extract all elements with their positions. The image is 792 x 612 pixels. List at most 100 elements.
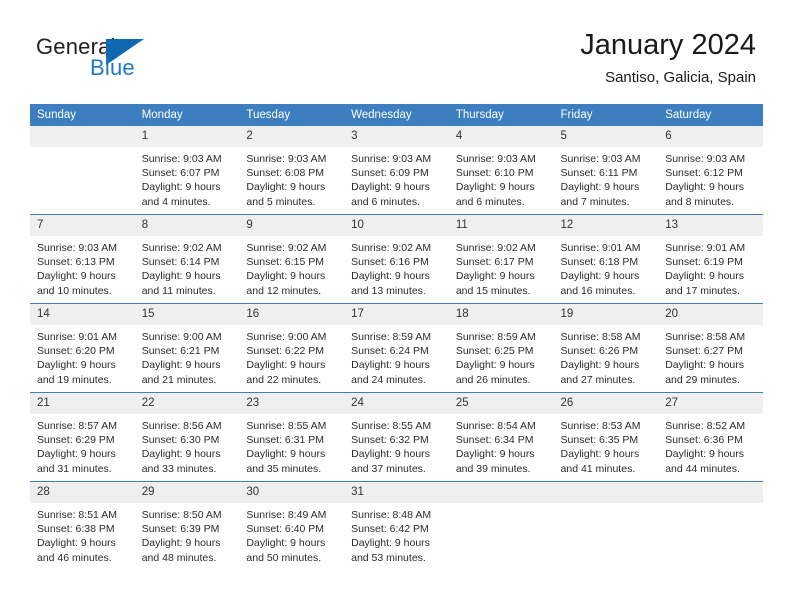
daylight-duration-line1: Daylight: 9 hours bbox=[141, 359, 221, 372]
sunset-time: Sunset: 6:26 PM bbox=[560, 345, 639, 358]
day-sun-info: Sunrise: 9:03 AM Sunset: 6:10 PM Daylight:… bbox=[449, 147, 554, 209]
calendar-day-cell[interactable]: 10 Sunrise: 9:02 AM Sunset: 6:16 PM Dayligh… bbox=[344, 214, 449, 304]
day-number: 16 bbox=[239, 304, 345, 325]
calendar-day-cell[interactable]: 15 Sunrise: 9:00 AM Sunset: 6:21 PM Dayligh… bbox=[134, 303, 240, 393]
calendar-day-cell[interactable]: 12 Sunrise: 9:01 AM Sunset: 6:18 PM Dayligh… bbox=[553, 214, 659, 304]
calendar-day-cell[interactable]: 11 Sunrise: 9:02 AM Sunset: 6:17 PM Dayligh… bbox=[448, 214, 554, 304]
sunrise-time: Sunrise: 8:59 AM bbox=[351, 331, 432, 343]
daylight-duration-line1: Daylight: 9 hours bbox=[141, 270, 221, 283]
sunset-time: Sunset: 6:07 PM bbox=[141, 167, 220, 180]
daylight-duration-line1: Daylight: 9 hours bbox=[351, 537, 430, 550]
sunrise-time: Sunrise: 8:59 AM bbox=[455, 331, 536, 343]
day-sun-info: Sunrise: 8:53 AM Sunset: 6:35 PM Daylight:… bbox=[554, 414, 659, 476]
daylight-duration-line1: Daylight: 9 hours bbox=[37, 537, 116, 550]
calendar-day-cell[interactable]: 2 Sunrise: 9:03 AM Sunset: 6:08 PM Daylight… bbox=[239, 126, 345, 215]
sunrise-time: Sunrise: 8:58 AM bbox=[560, 331, 641, 343]
calendar-day-cell-empty bbox=[553, 481, 659, 570]
day-number: 20 bbox=[658, 304, 763, 325]
calendar-day-cell[interactable]: 27 Sunrise: 8:52 AM Sunset: 6:36 PM Dayligh… bbox=[658, 392, 763, 482]
calendar-day-cell[interactable]: 30 Sunrise: 8:49 AM Sunset: 6:40 PM Dayligh… bbox=[239, 481, 345, 570]
daylight-duration-line2: and 12 minutes. bbox=[246, 284, 322, 297]
calendar-day-cell[interactable]: 24 Sunrise: 8:55 AM Sunset: 6:32 PM Dayligh… bbox=[344, 392, 449, 482]
calendar-day-cell[interactable]: 6 Sunrise: 9:03 AM Sunset: 6:12 PM Daylight… bbox=[658, 126, 763, 215]
sunset-time: Sunset: 6:10 PM bbox=[455, 167, 534, 180]
day-number bbox=[658, 482, 763, 503]
weekday-header-thursday: Thursday bbox=[448, 104, 554, 126]
calendar-day-cell[interactable]: 29 Sunrise: 8:50 AM Sunset: 6:39 PM Dayligh… bbox=[134, 481, 240, 570]
calendar-day-cell[interactable]: 4 Sunrise: 9:03 AM Sunset: 6:10 PM Daylight… bbox=[448, 126, 554, 215]
calendar-day-cell[interactable]: 13 Sunrise: 9:01 AM Sunset: 6:19 PM Dayligh… bbox=[658, 214, 763, 304]
sunset-time: Sunset: 6:09 PM bbox=[351, 167, 429, 180]
daylight-duration-line2: and 39 minutes. bbox=[455, 462, 531, 475]
daylight-duration-line1: Daylight: 9 hours bbox=[665, 359, 745, 372]
calendar-day-cell[interactable]: 9 Sunrise: 9:02 AM Sunset: 6:15 PM Daylight… bbox=[239, 214, 345, 304]
calendar-day-cell[interactable]: 8 Sunrise: 9:02 AM Sunset: 6:14 PM Daylight… bbox=[134, 214, 240, 304]
sunset-time: Sunset: 6:21 PM bbox=[141, 345, 220, 358]
day-sun-info: Sunrise: 8:51 AM Sunset: 6:38 PM Daylight:… bbox=[30, 503, 135, 565]
daylight-duration-line1: Daylight: 9 hours bbox=[560, 448, 640, 461]
sunset-time: Sunset: 6:19 PM bbox=[665, 256, 743, 269]
calendar-day-cell[interactable]: 1 Sunrise: 9:03 AM Sunset: 6:07 PM Daylight… bbox=[134, 126, 240, 215]
sunrise-time: Sunrise: 8:58 AM bbox=[665, 331, 746, 343]
daylight-duration-line2: and 5 minutes. bbox=[246, 195, 316, 208]
calendar-day-cell[interactable]: 18 Sunrise: 8:59 AM Sunset: 6:25 PM Dayligh… bbox=[448, 303, 554, 393]
day-sun-info: Sunrise: 8:59 AM Sunset: 6:25 PM Daylight:… bbox=[449, 325, 554, 387]
weekday-header-sunday: Sunday bbox=[30, 104, 135, 126]
day-number bbox=[30, 126, 135, 147]
day-number: 19 bbox=[553, 304, 659, 325]
calendar-day-cell[interactable]: 23 Sunrise: 8:55 AM Sunset: 6:31 PM Dayligh… bbox=[239, 392, 345, 482]
daylight-duration-line1: Daylight: 9 hours bbox=[455, 359, 535, 372]
day-number: 26 bbox=[553, 393, 659, 414]
day-sun-info: Sunrise: 8:58 AM Sunset: 6:26 PM Daylight:… bbox=[554, 325, 659, 387]
daylight-duration-line1: Daylight: 9 hours bbox=[455, 181, 535, 194]
calendar-day-cell[interactable]: 7 Sunrise: 9:03 AM Sunset: 6:13 PM Daylight… bbox=[30, 214, 135, 304]
day-sun-info: Sunrise: 9:02 AM Sunset: 6:16 PM Daylight:… bbox=[344, 236, 449, 298]
daylight-duration-line1: Daylight: 9 hours bbox=[560, 270, 640, 283]
day-number: 2 bbox=[239, 126, 345, 147]
daylight-duration-line1: Daylight: 9 hours bbox=[560, 359, 640, 372]
calendar-day-cell[interactable]: 22 Sunrise: 8:56 AM Sunset: 6:30 PM Dayligh… bbox=[134, 392, 240, 482]
sunrise-time: Sunrise: 8:51 AM bbox=[37, 509, 117, 521]
calendar-day-cell[interactable]: 26 Sunrise: 8:53 AM Sunset: 6:35 PM Dayligh… bbox=[553, 392, 659, 482]
calendar-week-row: 21 Sunrise: 8:57 AM Sunset: 6:29 PM Dayligh… bbox=[30, 392, 763, 482]
sunset-time: Sunset: 6:30 PM bbox=[141, 434, 220, 447]
sunset-time: Sunset: 6:34 PM bbox=[455, 434, 534, 447]
calendar-day-cell[interactable]: 31 Sunrise: 8:48 AM Sunset: 6:42 PM Dayligh… bbox=[344, 481, 449, 570]
location-subtitle: Santiso, Galicia, Spain bbox=[605, 69, 756, 86]
day-sun-info: Sunrise: 9:00 AM Sunset: 6:21 PM Daylight:… bbox=[135, 325, 240, 387]
calendar-day-cell[interactable]: 28 Sunrise: 8:51 AM Sunset: 6:38 PM Dayligh… bbox=[30, 481, 135, 570]
calendar-day-cell-empty bbox=[30, 126, 135, 215]
calendar-day-cell[interactable]: 20 Sunrise: 8:58 AM Sunset: 6:27 PM Dayligh… bbox=[658, 303, 763, 393]
calendar-day-cell[interactable]: 21 Sunrise: 8:57 AM Sunset: 6:29 PM Dayligh… bbox=[30, 392, 135, 482]
sunset-time: Sunset: 6:14 PM bbox=[141, 256, 220, 269]
daylight-duration-line2: and 41 minutes. bbox=[560, 462, 636, 475]
day-number: 29 bbox=[134, 482, 240, 503]
brand-logo[interactable]: General Blue bbox=[36, 34, 236, 84]
sunset-time: Sunset: 6:40 PM bbox=[246, 523, 325, 536]
calendar-day-cell[interactable]: 5 Sunrise: 9:03 AM Sunset: 6:11 PM Daylight… bbox=[553, 126, 659, 215]
daylight-duration-line1: Daylight: 9 hours bbox=[351, 181, 430, 194]
calendar-day-cell[interactable]: 3 Sunrise: 9:03 AM Sunset: 6:09 PM Daylight… bbox=[344, 126, 449, 215]
page-header: General Blue January 2024 Santiso, Galic… bbox=[0, 0, 792, 100]
sunrise-time: Sunrise: 8:56 AM bbox=[141, 420, 222, 432]
page-title: January 2024 bbox=[580, 29, 756, 61]
daylight-duration-line1: Daylight: 9 hours bbox=[141, 448, 221, 461]
calendar-day-cell[interactable]: 25 Sunrise: 8:54 AM Sunset: 6:34 PM Dayligh… bbox=[448, 392, 554, 482]
sunset-time: Sunset: 6:15 PM bbox=[246, 256, 325, 269]
daylight-duration-line2: and 29 minutes. bbox=[665, 373, 740, 386]
sunrise-time: Sunrise: 8:49 AM bbox=[246, 509, 327, 521]
sunset-time: Sunset: 6:13 PM bbox=[37, 256, 115, 269]
day-number: 13 bbox=[658, 215, 763, 236]
sunset-time: Sunset: 6:39 PM bbox=[141, 523, 220, 536]
daylight-duration-line2: and 46 minutes. bbox=[37, 551, 112, 564]
daylight-duration-line1: Daylight: 9 hours bbox=[351, 270, 430, 283]
calendar-week-row: 1 Sunrise: 9:03 AM Sunset: 6:07 PM Daylight… bbox=[30, 126, 763, 215]
calendar-day-cell[interactable]: 17 Sunrise: 8:59 AM Sunset: 6:24 PM Dayligh… bbox=[344, 303, 449, 393]
calendar-day-cell[interactable]: 19 Sunrise: 8:58 AM Sunset: 6:26 PM Dayligh… bbox=[553, 303, 659, 393]
day-number: 5 bbox=[553, 126, 659, 147]
sunset-time: Sunset: 6:24 PM bbox=[351, 345, 429, 358]
daylight-duration-line1: Daylight: 9 hours bbox=[455, 448, 535, 461]
calendar-day-cell[interactable]: 14 Sunrise: 9:01 AM Sunset: 6:20 PM Dayligh… bbox=[30, 303, 135, 393]
day-number: 8 bbox=[134, 215, 240, 236]
calendar-day-cell[interactable]: 16 Sunrise: 9:00 AM Sunset: 6:22 PM Dayligh… bbox=[239, 303, 345, 393]
